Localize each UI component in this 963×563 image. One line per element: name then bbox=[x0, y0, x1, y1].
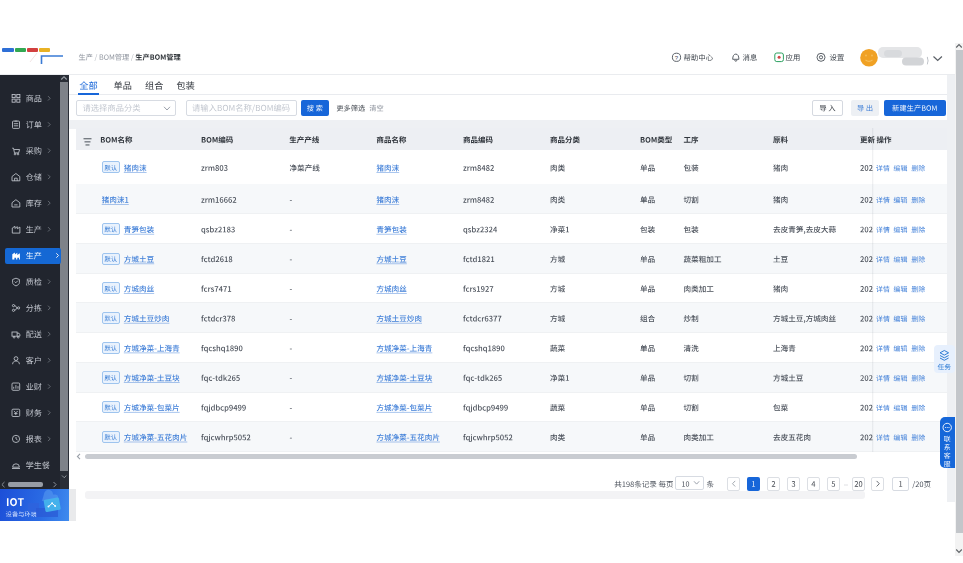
svg-text:?: ? bbox=[675, 55, 679, 61]
